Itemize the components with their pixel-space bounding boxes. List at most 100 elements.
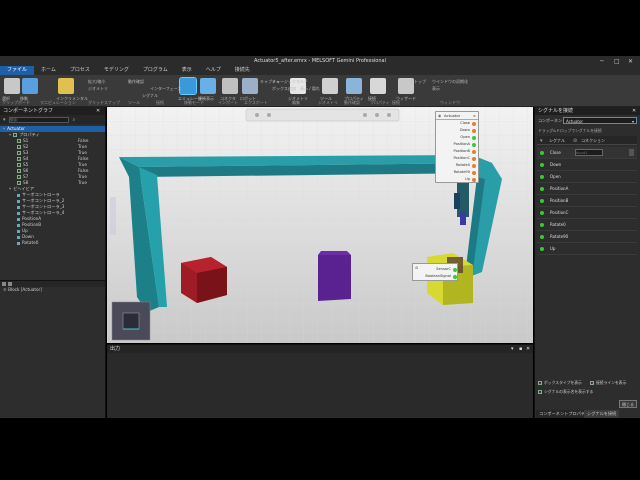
signal-row[interactable]: Rotate90 (537, 231, 637, 243)
ribbon-small-item[interactable]: ストップ (410, 79, 426, 85)
signal-port[interactable] (472, 142, 476, 147)
signal-port[interactable] (472, 135, 476, 140)
ribbon-small-item[interactable]: ミュージックマルチ (272, 79, 308, 85)
signal-row[interactable]: Up (537, 243, 637, 255)
bottom-tab[interactable]: シグナルを接続 (584, 410, 620, 418)
signal-box-item[interactable]: Rotate0 (436, 162, 478, 169)
signal-port[interactable] (472, 156, 476, 161)
ribbon-button[interactable] (346, 78, 362, 94)
menu-item[interactable]: プロセス (63, 66, 97, 75)
option-box-type[interactable]: ✓ ボックスタイプを表示 (538, 380, 582, 386)
settings-icon[interactable] (387, 113, 391, 117)
signal-box[interactable]: ◉ Actuator × Close Down Open PositionA Posit… (435, 111, 479, 183)
signal-port[interactable] (472, 149, 476, 154)
filter-icon[interactable]: ▾ (3, 117, 6, 123)
ribbon-button[interactable] (242, 78, 258, 94)
checkbox[interactable]: ✓ (17, 169, 21, 174)
signal-row[interactable]: Open (537, 171, 637, 183)
connection-input[interactable] (575, 149, 603, 156)
checkbox[interactable]: ✓ (17, 175, 21, 180)
ribbon-button[interactable] (322, 78, 338, 94)
minimize-icon[interactable]: ─ (600, 58, 604, 65)
signal-box-item[interactable]: PositionB (436, 148, 478, 155)
signal-box-item[interactable]: Close (436, 120, 478, 127)
signal-port[interactable] (472, 128, 476, 133)
menu-item[interactable]: モデリング (97, 66, 136, 75)
tool-icon[interactable] (8, 282, 12, 286)
delete-icon[interactable] (629, 149, 634, 156)
ribbon-button[interactable] (58, 78, 74, 94)
signal-row[interactable]: PositionB (537, 195, 637, 207)
ribbon-small-item[interactable]: ボックス追加 (272, 86, 296, 92)
ribbon-button[interactable] (179, 77, 197, 95)
signal-row[interactable]: PositionA (537, 183, 637, 195)
ribbon-small-item[interactable]: ウインドウの初期化 (432, 79, 468, 85)
close-icon[interactable]: ✕ (628, 58, 633, 65)
ribbon-small-item[interactable]: 表示 (432, 86, 440, 92)
signal-port[interactable] (472, 177, 476, 182)
component-dropdown[interactable]: Actuator ▾ (563, 117, 637, 124)
close-button[interactable]: 閉じる (619, 400, 637, 408)
ribbon-button[interactable] (222, 78, 238, 94)
signal-row[interactable]: Close (537, 147, 637, 159)
dropdown-icon[interactable]: ▾ (511, 345, 514, 353)
signal-box-item[interactable]: PositionC (436, 155, 478, 162)
ribbon-button[interactable] (4, 78, 20, 94)
menu-item[interactable]: ヘルプ (199, 66, 228, 75)
checkbox[interactable]: ✓ (17, 139, 21, 144)
signal-row[interactable]: PositionC (537, 207, 637, 219)
signal-box-close-icon[interactable]: × (473, 112, 476, 120)
ribbon-button[interactable] (370, 78, 386, 94)
menu-item[interactable]: ファイル (0, 66, 35, 75)
menu-item[interactable]: プログラム (136, 66, 175, 75)
checkbox[interactable]: ✓ (17, 151, 21, 156)
search-icon[interactable]: ⌕ (73, 117, 76, 123)
expand-icon[interactable]: ▾ (9, 132, 11, 137)
panel-close-icon[interactable]: ✕ (632, 107, 636, 115)
signal-port[interactable] (453, 274, 457, 279)
checkbox[interactable]: ✓ (17, 145, 21, 150)
navigation-cube[interactable] (111, 301, 151, 341)
signal-box-item[interactable]: Open (436, 134, 478, 141)
ribbon-small-item[interactable]: シグナル (142, 93, 158, 99)
graph-search-input[interactable] (8, 116, 69, 123)
purple-box[interactable] (318, 255, 351, 301)
checkbox[interactable]: ✓ (17, 181, 21, 186)
maximize-icon[interactable]: □ (614, 58, 620, 65)
ribbon-small-item[interactable]: 拡大/縮小 (88, 79, 105, 85)
signal-port[interactable] (453, 267, 457, 272)
option-signal-display-name[interactable]: ✓ シグナルの表示名を表示する (538, 389, 593, 395)
3d-viewport[interactable]: ◉ Actuator × Close Down Open PositionA Posit… (107, 107, 533, 343)
ribbon-small-item[interactable]: ジオメトリ (88, 86, 108, 92)
signal-box-item[interactable]: Down (436, 127, 478, 134)
signal-port[interactable] (472, 170, 476, 175)
expand-icon[interactable]: ▾ (9, 186, 11, 191)
checkbox[interactable]: ✓ (17, 157, 21, 162)
menu-item[interactable]: ホーム (34, 66, 63, 75)
ribbon-small-item[interactable]: 動作確認 (128, 79, 144, 85)
signal-row[interactable]: Rotate0 (537, 219, 637, 231)
signal-row[interactable]: Down (537, 159, 637, 171)
ribbon-button[interactable] (22, 78, 38, 94)
output-close-icon[interactable]: ✕ (526, 345, 530, 353)
view-mode-icon[interactable] (255, 113, 259, 117)
measure-icon[interactable] (375, 113, 379, 117)
signal-box-item[interactable]: PositionA (436, 141, 478, 148)
filter-icon[interactable]: ▾ (540, 138, 543, 144)
signal-port[interactable] (472, 121, 476, 126)
sensor-box[interactable]: ⊙ SensorC BooleanSignal (412, 263, 458, 281)
tree-item[interactable]: Rotate0 (0, 240, 105, 246)
menu-item[interactable]: 接続先 (228, 66, 257, 75)
signal-box-item[interactable]: Rotate90 (436, 169, 478, 176)
sensor-box-item[interactable]: BooleanSignal (413, 273, 459, 280)
snap-icon[interactable] (363, 113, 367, 117)
signal-port[interactable] (472, 163, 476, 168)
expand-icon[interactable]: ▾ (3, 126, 5, 131)
sensor-box-item[interactable]: SensorC (413, 266, 459, 273)
tool-icon[interactable] (2, 282, 6, 286)
panel-close-icon[interactable]: ✕ (96, 107, 100, 115)
link-icon[interactable]: ⊘ (573, 138, 577, 144)
ribbon-small-item[interactable]: インターフェース (150, 86, 182, 92)
pin-icon[interactable]: ▪ (519, 345, 522, 353)
camera-icon[interactable] (267, 113, 271, 117)
